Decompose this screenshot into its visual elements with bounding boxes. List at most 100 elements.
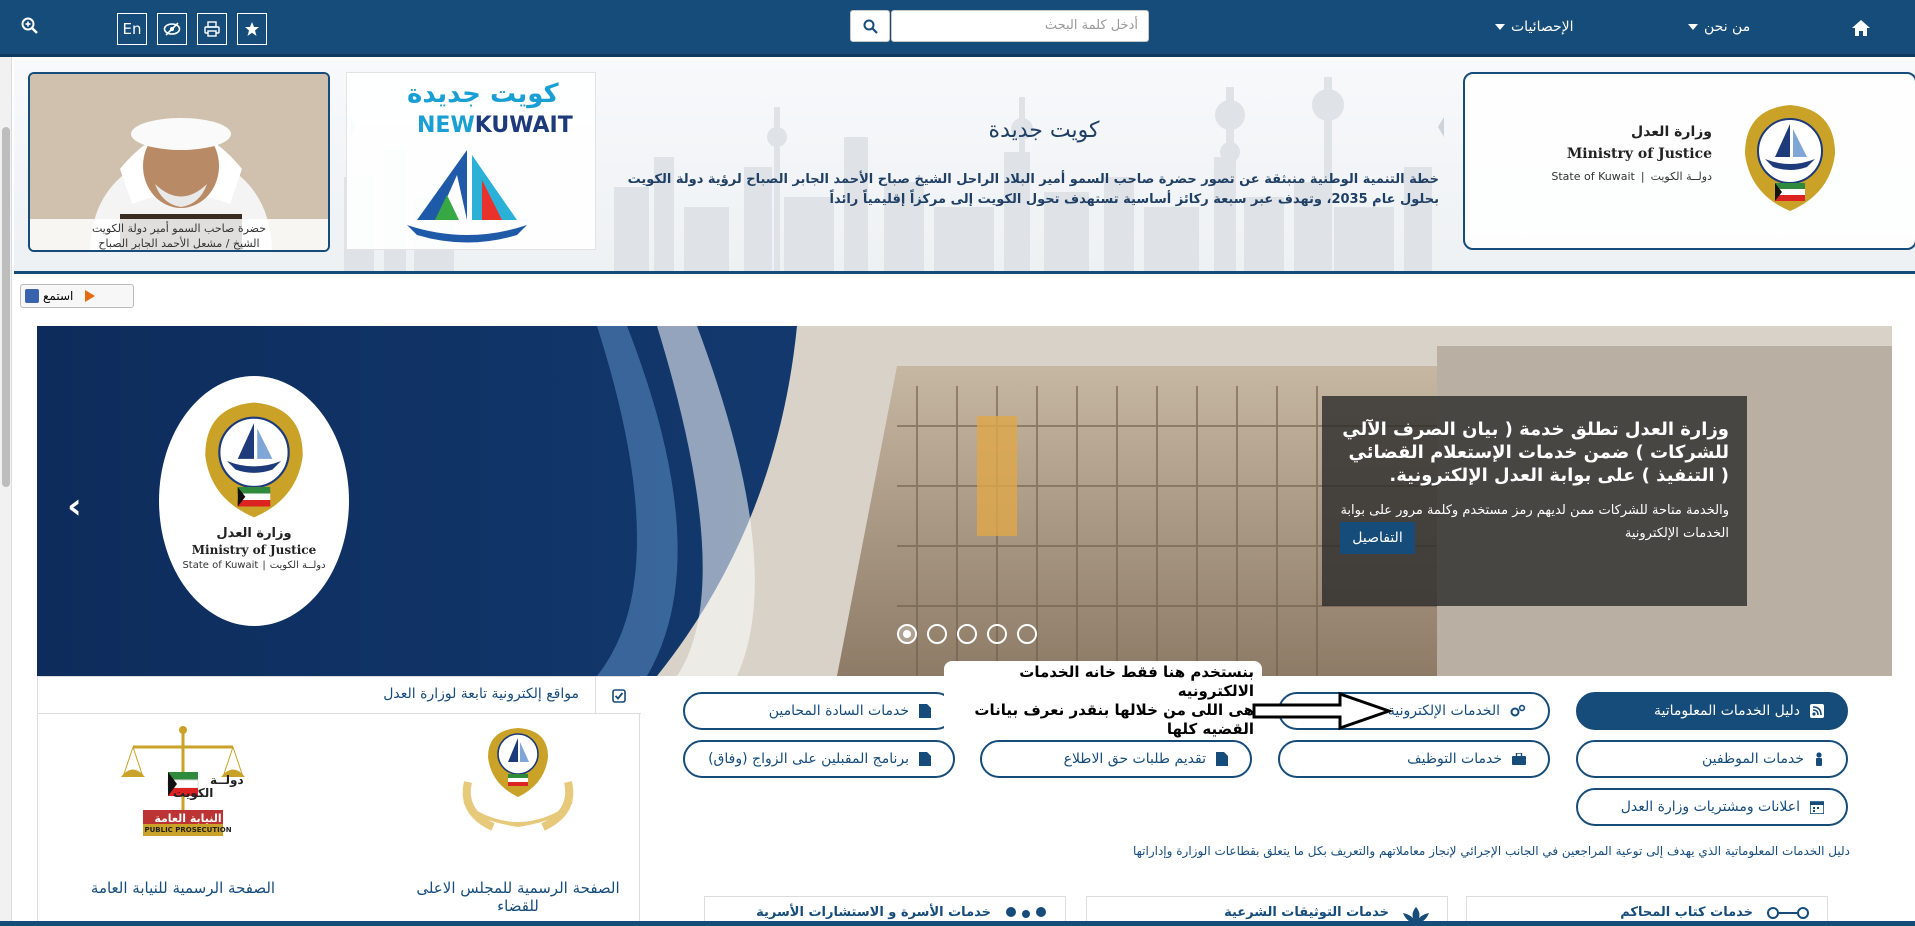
prosecution-ar-1: دولــة	[210, 773, 244, 787]
info-services-guide-button[interactable]: دليل الخدمات المعلوماتية	[1576, 692, 1848, 730]
affiliated-sites-header: مواقع إلكترونية تابعة لوزارة العدل	[38, 677, 641, 714]
divider: |	[1640, 170, 1645, 183]
judiciary-council-caption[interactable]: الصفحة الرسمية للمجلس الاعلى للقضاء	[408, 879, 628, 915]
hero-caption: وزارة العدل تطلق خدمة ( بيان الصرف الآلي…	[1322, 396, 1747, 606]
details-button[interactable]: التفاصيل	[1340, 522, 1415, 554]
banner-text: خطة التنمية الوطنية منبثقة عن تصور حضرة …	[627, 172, 1439, 207]
employees-services-label: خدمات الموظفين	[1702, 751, 1804, 767]
affiliated-sites-panel: مواقع إلكترونية تابعة لوزارة العدل الصفح…	[37, 676, 641, 926]
ministry-name-en: Ministry of Justice	[1566, 146, 1712, 162]
rss-icon	[1810, 704, 1824, 718]
annotation-line-3: القضيه كلها	[1166, 720, 1254, 738]
hero-logo-ar: وزارة العدل	[216, 526, 292, 541]
carousel-dot-1[interactable]	[897, 624, 917, 644]
portrait-caption-1: حضرة صاحب السمو أمير دولة الكويت	[91, 222, 267, 235]
ads-purchases-button[interactable]: اعلانات ومشتريات وزارة العدل	[1576, 788, 1848, 826]
nav-statistics[interactable]: الإحصائيات	[1495, 19, 1574, 35]
hero-state-en: State of Kuwait	[182, 560, 259, 571]
person-icon	[1816, 752, 1822, 766]
nav-about[interactable]: من نحن	[1688, 19, 1750, 35]
public-prosecution-link[interactable]: دولــة الكويت النيابة العامة PUBLIC PROS…	[73, 722, 293, 922]
chevron-down-icon	[1495, 24, 1505, 30]
briefcase-icon	[1512, 753, 1526, 765]
affiliated-sites-title: مواقع إلكترونية تابعة لوزارة العدل	[383, 686, 579, 702]
ads-purchases-label: اعلانات ومشتريات وزارة العدل	[1620, 799, 1800, 815]
new-kuwait-english: NEWKUWAIT	[417, 113, 573, 138]
play-icon[interactable]	[85, 290, 96, 302]
ministry-state-ar: دولــة الكويت	[1650, 170, 1712, 183]
employment-services-label: خدمات التوظيف	[1407, 751, 1502, 767]
new-kuwait-logo[interactable]: كويت جديدة NEWKUWAIT	[346, 72, 596, 250]
public-prosecution-caption[interactable]: الصفحة الرسمية للنيابة العامة	[73, 879, 293, 897]
page-scrollbar[interactable]	[0, 57, 12, 926]
carousel-dot-5[interactable]	[1017, 624, 1037, 644]
hero-headline: وزارة العدل تطلق خدمة ( بيان الصرف الآلي…	[1342, 419, 1729, 486]
search-icon	[863, 19, 878, 34]
bottom-edge	[0, 921, 1915, 926]
ministry-logo-box[interactable]: وزارة العدل Ministry of Justice State of…	[1463, 72, 1915, 250]
search-input[interactable]: أدخل كلمة البحث	[891, 10, 1149, 42]
top-navbar: En أدخل كلمة البحث الإحصائيات من نحن	[0, 0, 1915, 57]
user-annotation-note: بنستخدم هنا فقط خانه الخدمات الالكترونيه…	[944, 661, 1262, 739]
judiciary-council-link[interactable]: الصفحة الرسمية للمجلس الاعلى للقضاء	[416, 722, 620, 922]
carousel-dot-3[interactable]	[957, 624, 977, 644]
scrollbar-thumb[interactable]	[2, 127, 10, 487]
language-button[interactable]: En	[117, 13, 147, 45]
annotation-line-2: هى اللى من خلالها بنقدر نعرف بيانات	[974, 701, 1254, 719]
access-requests-label: تقديم طلبات حق الاطلاع	[1063, 751, 1206, 767]
nav-about-label: من نحن	[1704, 19, 1751, 35]
carousel-prev-icon[interactable]: ‹	[67, 486, 82, 527]
document-icon	[919, 704, 931, 718]
judiciary-council-logo	[462, 728, 574, 831]
zoom-in-icon[interactable]	[20, 16, 40, 36]
document-icon	[919, 752, 931, 766]
portrait-caption-2: الشيخ / مشعل الأحمد الجابر الصباح	[98, 237, 260, 250]
new-word: NEW	[417, 113, 475, 138]
chevron-down-icon	[1688, 24, 1698, 30]
marriage-program-label: برنامج المقبلين على الزواج (وفاق)	[708, 751, 909, 767]
new-kuwait-sail-graphic	[407, 150, 527, 243]
access-requests-button[interactable]: تقديم طلبات حق الاطلاع	[980, 740, 1252, 778]
ministry-emblem-icon	[1745, 105, 1835, 211]
lawyers-services-button[interactable]: خدمات السادة المحامين	[683, 692, 955, 730]
employees-services-button[interactable]: خدمات الموظفين	[1576, 740, 1848, 778]
star-icon	[245, 22, 259, 36]
listen-label: استمع	[43, 289, 74, 303]
carousel-indicators	[897, 624, 1037, 644]
home-icon[interactable]	[1850, 18, 1872, 38]
speaker-icon	[25, 289, 39, 303]
carousel-dot-2[interactable]	[927, 624, 947, 644]
info-services-description: دليل الخدمات المعلوماتية الذي يهدف إلى ت…	[1132, 844, 1850, 858]
listen-button[interactable]: استمع	[20, 284, 134, 308]
ministry-state: State of Kuwait | دولــة الكويت	[1551, 170, 1712, 183]
eye-slash-icon	[163, 22, 181, 36]
hero-carousel[interactable]: ‹ وزارة العدل Ministry of Justice State …	[37, 326, 1892, 676]
accessibility-button[interactable]	[157, 13, 187, 45]
eservices-label: الخدمات الإلكترونية	[1387, 703, 1500, 719]
ministry-state-en: State of Kuwait	[1551, 170, 1635, 183]
lawyers-services-label: خدمات السادة المحامين	[768, 703, 909, 719]
document-icon	[1216, 752, 1228, 766]
calendar-icon	[1810, 801, 1824, 814]
print-button[interactable]	[197, 13, 227, 45]
nav-statistics-label: الإحصائيات	[1511, 19, 1574, 35]
annotation-arrow-icon	[1252, 691, 1392, 731]
prosecution-ar-3: النيابة العامة	[154, 812, 222, 825]
kuwait-word: KUWAIT	[474, 113, 573, 138]
info-services-guide-label: دليل الخدمات المعلوماتية	[1654, 703, 1800, 719]
search-button[interactable]	[850, 10, 890, 42]
favorite-button[interactable]	[237, 13, 267, 45]
header-banner: حضرة صاحب السمو أمير دولة الكويت الشيخ /…	[14, 60, 1915, 274]
gears-icon	[1510, 704, 1526, 717]
print-icon	[204, 21, 220, 37]
annotation-line-1: بنستخدم هنا فقط خانه الخدمات الالكترونيه	[1019, 663, 1254, 700]
marriage-program-button[interactable]: برنامج المقبلين على الزواج (وفاق)	[683, 740, 955, 778]
carousel-dot-4[interactable]	[987, 624, 1007, 644]
employment-services-button[interactable]: خدمات التوظيف	[1278, 740, 1550, 778]
prosecution-en: PUBLIC PROSECUTION	[144, 826, 232, 834]
banner-title: كويت جديدة	[988, 118, 1100, 143]
hero-ministry-logo: وزارة العدل Ministry of Justice State of…	[159, 376, 349, 626]
hero-logo-en: Ministry of Justice	[191, 543, 317, 557]
ministry-name-ar: وزارة العدل	[1631, 124, 1712, 140]
check-square-icon	[595, 677, 641, 714]
